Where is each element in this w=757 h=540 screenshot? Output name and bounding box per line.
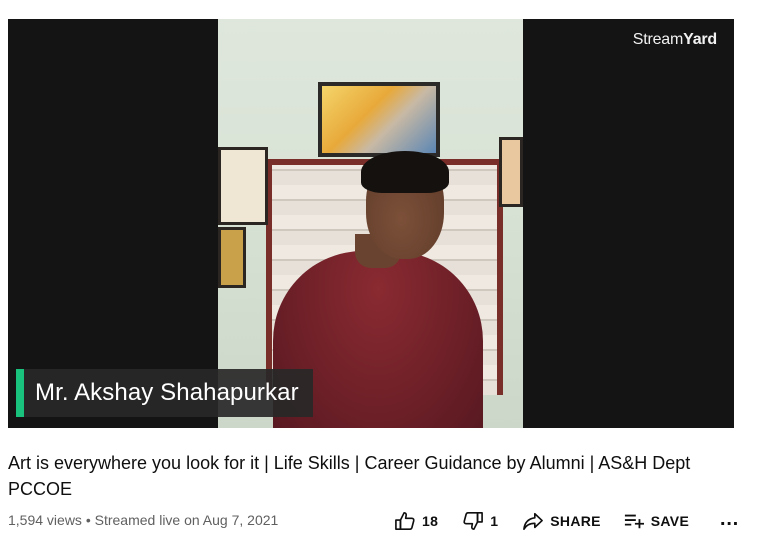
video-title: Art is everywhere you look for it | Life… <box>8 453 691 499</box>
presenter-name: Mr. Akshay Shahapurkar <box>35 379 299 406</box>
wall-frame-left <box>218 147 268 225</box>
letterbox-right <box>523 19 734 428</box>
wall-frame-right <box>499 137 523 207</box>
view-count: 1,594 views <box>8 512 82 528</box>
video-player[interactable]: StreamYard Mr. Akshay Shahapurkar <box>8 19 734 428</box>
streamyard-logo: StreamYard <box>632 31 717 48</box>
meta-separator: • <box>85 512 91 528</box>
like-button[interactable]: 18 <box>394 511 438 531</box>
name-lower-third: Mr. Akshay Shahapurkar <box>16 369 313 417</box>
like-count: 18 <box>422 513 439 529</box>
stream-date: Streamed live on Aug 7, 2021 <box>94 512 279 528</box>
save-label: SAVE <box>650 513 690 529</box>
wall-frame-left-small <box>218 227 246 288</box>
presenter-hair <box>361 151 449 193</box>
more-icon: … <box>719 508 741 530</box>
letterbox-left <box>8 19 218 428</box>
lower-third-accent <box>16 369 24 417</box>
playlist-add-icon <box>623 511 645 531</box>
thumbs-down-icon <box>462 511 484 531</box>
thumbs-up-icon <box>394 511 416 531</box>
video-meta: 1,594 views • Streamed live on Aug 7, 20… <box>8 512 278 528</box>
video-frame <box>218 19 523 428</box>
share-label: SHARE <box>550 513 601 529</box>
dislike-button[interactable]: 1 <box>462 511 498 531</box>
dislike-count: 1 <box>490 513 499 529</box>
save-button[interactable]: SAVE <box>623 511 689 531</box>
share-icon <box>522 511 544 531</box>
wall-portrait <box>318 82 440 157</box>
share-button[interactable]: SHARE <box>522 511 601 531</box>
more-actions-button[interactable]: … <box>719 508 741 530</box>
action-bar: 18 1 SHARE SAVE … <box>394 508 741 532</box>
